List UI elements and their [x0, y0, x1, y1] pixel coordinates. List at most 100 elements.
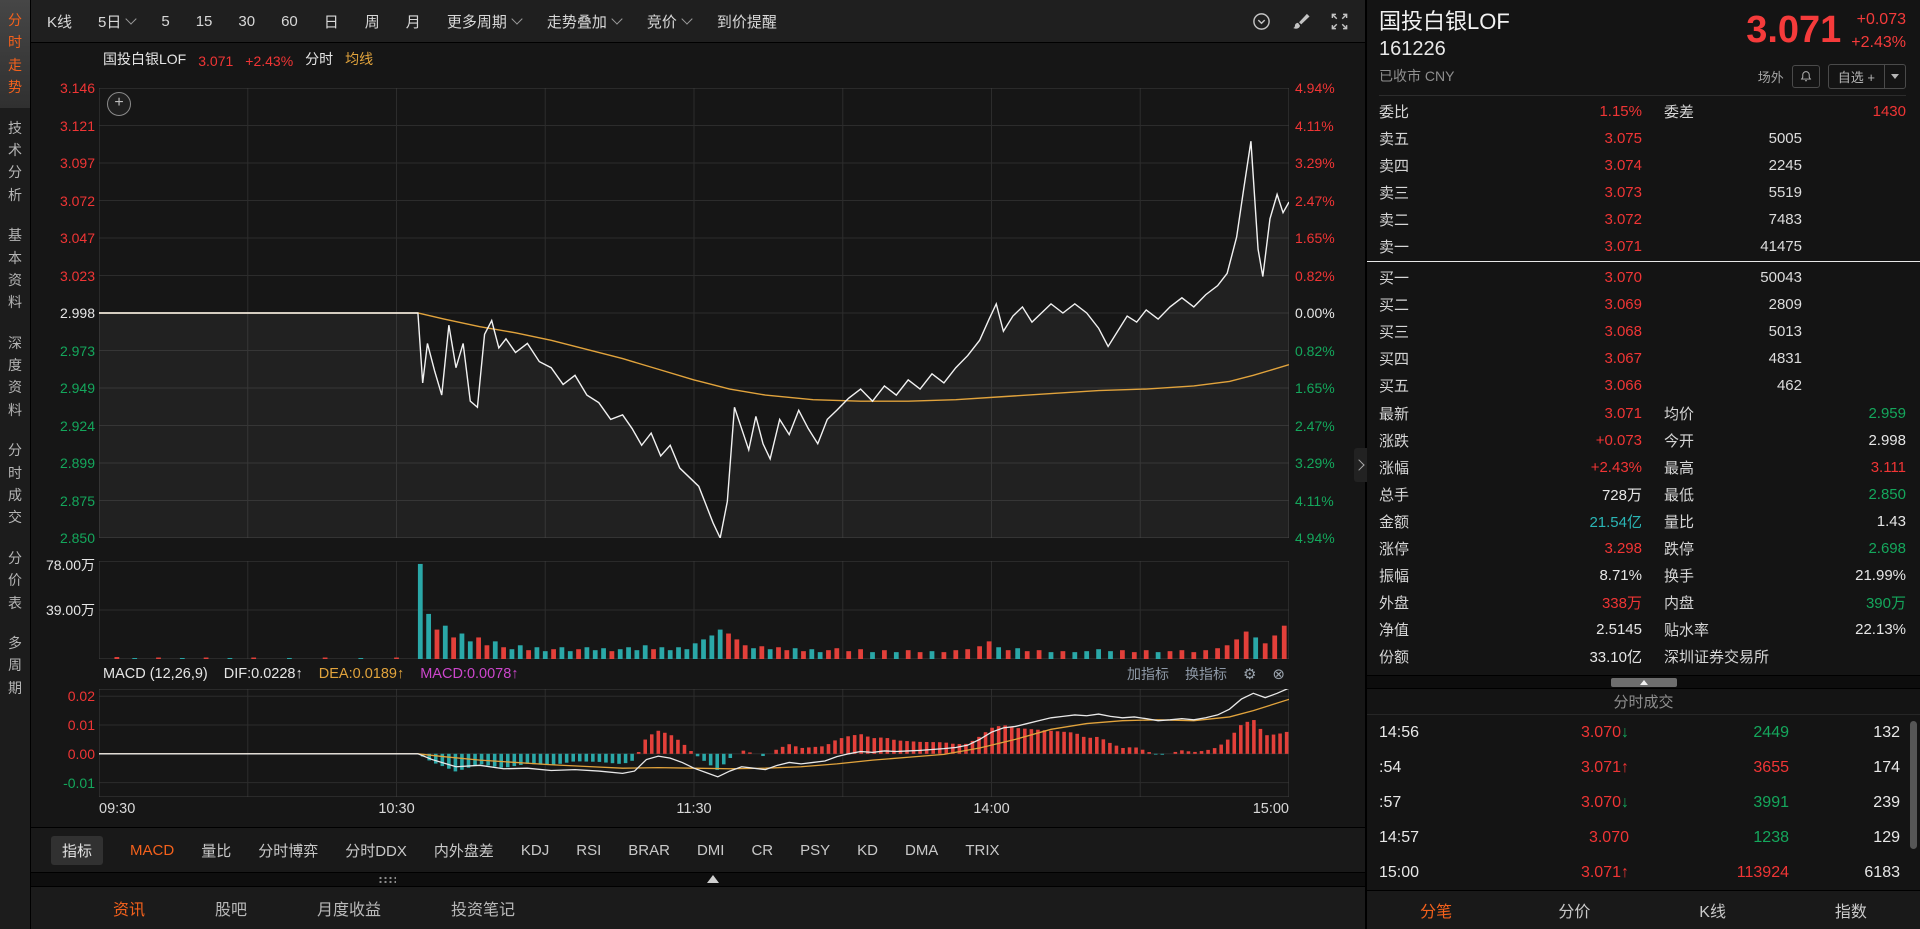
panel-collapse-handle[interactable]: [1352, 448, 1367, 482]
orderbook-row-卖二[interactable]: 卖二 3.072 7483: [1367, 206, 1920, 233]
indicator-chip[interactable]: 指标: [51, 835, 104, 865]
macd-histogram-bar: [1239, 725, 1243, 754]
sidebar-item-分价表[interactable]: 分 价 表: [0, 538, 30, 623]
price-plot[interactable]: +: [99, 88, 1289, 538]
history-clock-icon[interactable]: [1252, 12, 1271, 31]
sidebar-item-基本资料[interactable]: 基 本 资 料: [0, 215, 30, 323]
watchlist-dropdown[interactable]: [1884, 64, 1905, 88]
macd-plot[interactable]: [99, 689, 1289, 797]
sidebar-item-多周期[interactable]: 多 周 期: [0, 623, 30, 708]
quote-tab-K线[interactable]: K线: [1644, 898, 1782, 922]
toolbar-item-周[interactable]: 周: [365, 11, 380, 32]
volume-bar: [1224, 645, 1230, 659]
macd-histogram-bar: [584, 753, 589, 762]
macd-histogram-bar: [761, 753, 765, 757]
splitter-triangle-icon[interactable]: [707, 875, 719, 883]
price-change: +0.073: [1856, 11, 1906, 28]
level-volume: 4831: [1768, 349, 1802, 367]
legend-ma-tab[interactable]: 均线: [345, 49, 373, 69]
zoom-in-icon[interactable]: +: [107, 92, 131, 116]
orderbook-row-卖三[interactable]: 卖三 3.073 5519: [1367, 179, 1920, 206]
volume-bar: [634, 650, 640, 659]
sidebar-item-深度资料[interactable]: 深 度 资 料: [0, 323, 30, 431]
volume-bar: [1243, 631, 1249, 659]
indicator-tab-CR[interactable]: CR: [751, 842, 773, 859]
indicator-tab-MACD[interactable]: MACD: [130, 842, 174, 859]
indicator-tab-分时博弈[interactable]: 分时博弈: [258, 840, 318, 861]
level-label: 买一: [1379, 269, 1410, 287]
switch-indicator-link[interactable]: 换指标: [1185, 664, 1227, 684]
toolbar-item-日[interactable]: 日: [324, 11, 339, 32]
toolbar-item-15[interactable]: 15: [196, 13, 213, 30]
scrollbar-thumb[interactable]: [1910, 721, 1917, 850]
indicator-tab-量比[interactable]: 量比: [201, 840, 231, 861]
quote-tab-指数[interactable]: 指数: [1782, 898, 1920, 922]
indicator-tab-PSY[interactable]: PSY: [800, 842, 830, 859]
indicator-tab-RSI[interactable]: RSI: [576, 842, 601, 859]
macd-histogram-bar: [1055, 731, 1060, 754]
sidebar-item-分时走势[interactable]: 分 时 走 势: [0, 0, 30, 108]
orderbook-row-卖一[interactable]: 卖一 3.071 41475: [1367, 233, 1920, 260]
quote-tab-分笔[interactable]: 分笔: [1367, 898, 1505, 922]
tick-time: :54: [1379, 758, 1402, 776]
toolbar-item-label: 5日: [98, 13, 122, 31]
close-circle-icon[interactable]: ⊗: [1272, 665, 1285, 683]
indicator-tab-DMI[interactable]: DMI: [697, 842, 725, 859]
orderbook-row-卖五[interactable]: 卖五 3.075 5005: [1367, 125, 1920, 152]
toolbar-item-K线[interactable]: K线: [47, 11, 72, 32]
stat-label: 金额: [1379, 513, 1410, 531]
volume-bar: [651, 649, 656, 659]
orderbook-row-买四[interactable]: 买四 3.067 4831: [1367, 345, 1920, 372]
sidebar-item-分时成交[interactable]: 分 时 成 交: [0, 430, 30, 538]
toolbar-item-到价提醒[interactable]: 到价提醒: [717, 11, 777, 32]
fullscreen-icon[interactable]: [1330, 12, 1349, 31]
toolbar-item-5日[interactable]: 5日: [98, 11, 138, 32]
content-tab-资讯[interactable]: 资讯: [113, 896, 145, 920]
macd-dif-value: DIF:0.0228↑: [223, 666, 303, 682]
legend-minute-tab[interactable]: 分时: [305, 49, 333, 69]
indicator-tab-TRIX[interactable]: TRIX: [965, 842, 999, 859]
add-watchlist-button[interactable]: 自选 +: [1827, 63, 1906, 89]
indicator-tab-BRAR[interactable]: BRAR: [628, 842, 670, 859]
macd-histogram-bar: [1121, 747, 1125, 754]
toolbar-item-更多周期[interactable]: 更多周期: [447, 11, 523, 32]
panel-divider: [1367, 674, 1920, 689]
toolbar-item-5[interactable]: 5: [161, 13, 169, 30]
quote-stats: 最新 3.071 均价 2.959 涨跌 +0.073 今开 2.998 涨幅 +2.43% 最高 3…: [1367, 399, 1920, 670]
brush-icon[interactable]: [1291, 12, 1310, 31]
toolbar-item-竞价[interactable]: 竞价: [647, 11, 693, 32]
toolbar-item-月[interactable]: 月: [406, 11, 421, 32]
splitter-grip-icon[interactable]: [378, 876, 396, 883]
sidebar-item-技术分析[interactable]: 技 术 分 析: [0, 108, 30, 216]
indicator-tab-KD[interactable]: KD: [857, 842, 878, 859]
gear-icon[interactable]: ⚙: [1243, 665, 1256, 683]
alert-bell-button[interactable]: [1791, 64, 1820, 88]
toolbar-item-60[interactable]: 60: [281, 13, 298, 30]
divider-drag-handle[interactable]: [1610, 677, 1677, 687]
content-tab-股吧[interactable]: 股吧: [215, 896, 247, 920]
toolbar-item-走势叠加[interactable]: 走势叠加: [547, 11, 623, 32]
chart-legend: 国投白银LOF 3.071 +2.43% 分时 均线: [31, 43, 1365, 71]
volume-bar: [287, 658, 292, 659]
content-tab-投资笔记[interactable]: 投资笔记: [451, 896, 515, 920]
indicator-tab-内外盘差[interactable]: 内外盘差: [434, 840, 494, 861]
indicator-tab-DMA[interactable]: DMA: [905, 842, 938, 859]
content-tab-月度收益[interactable]: 月度收益: [317, 896, 381, 920]
stat-label: 净值: [1379, 621, 1410, 639]
macd-title: MACD (12,26,9): [103, 666, 208, 682]
orderbook-row-买一[interactable]: 买一 3.070 50043: [1367, 264, 1920, 291]
toolbar-item-30[interactable]: 30: [238, 13, 255, 30]
orderbook-row-买三[interactable]: 买三 3.068 5013: [1367, 318, 1920, 345]
orderbook-row-卖四[interactable]: 卖四 3.074 2245: [1367, 152, 1920, 179]
indicator-tab-分时DDX[interactable]: 分时DDX: [345, 840, 407, 861]
volume-plot[interactable]: [99, 561, 1289, 659]
orderbook-row-买五[interactable]: 买五 3.066 462: [1367, 372, 1920, 399]
macd-histogram-bar: [852, 735, 857, 754]
macd-histogram-bar: [1219, 744, 1223, 754]
level-price: 3.071: [1604, 237, 1642, 255]
indicator-tab-KDJ[interactable]: KDJ: [521, 842, 549, 859]
macd-axis-label: 0.01: [67, 717, 95, 733]
quote-tab-分价[interactable]: 分价: [1505, 898, 1643, 922]
orderbook-row-买二[interactable]: 买二 3.069 2809: [1367, 291, 1920, 318]
add-indicator-link[interactable]: 加指标: [1127, 664, 1169, 684]
